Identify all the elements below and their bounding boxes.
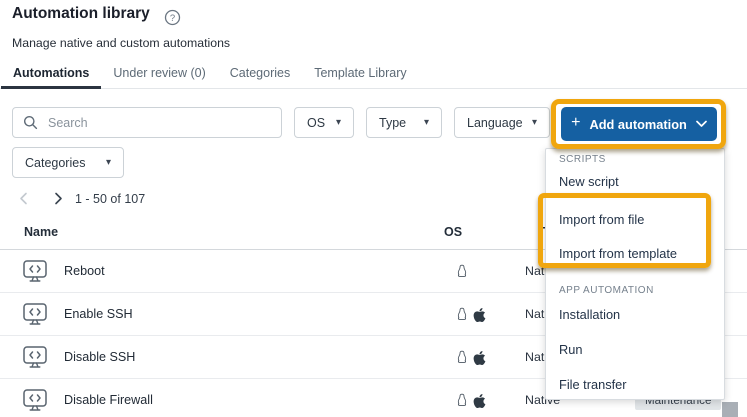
automation-name: Reboot bbox=[64, 264, 105, 278]
add-automation-label: Add automation bbox=[589, 116, 687, 132]
linux-icon bbox=[457, 350, 467, 363]
column-header-name[interactable]: Name bbox=[24, 225, 58, 239]
pagination-range: 1 - 50 of 107 bbox=[75, 192, 146, 206]
categories-filter-dropdown[interactable]: Categories ▾ bbox=[12, 147, 124, 178]
type-filter-label: Type bbox=[379, 115, 407, 130]
os-filter-dropdown[interactable]: OS ▾ bbox=[294, 107, 354, 138]
automation-name: Disable SSH bbox=[64, 350, 136, 364]
column-header-os[interactable]: OS bbox=[444, 225, 462, 239]
automation-name: Enable SSH bbox=[64, 307, 133, 321]
linux-icon bbox=[457, 264, 467, 277]
menu-item-import-from-template[interactable]: Import from template bbox=[559, 246, 718, 261]
tab-template-library[interactable]: Template Library bbox=[302, 60, 418, 89]
menu-section-app-automation: APP AUTOMATION bbox=[559, 285, 654, 296]
search-icon bbox=[24, 116, 38, 130]
chevron-down-icon: ▾ bbox=[423, 117, 429, 128]
os-icons bbox=[455, 392, 486, 409]
os-icons bbox=[455, 263, 469, 280]
script-monitor-icon bbox=[22, 302, 48, 332]
tab-categories[interactable]: Categories bbox=[218, 60, 302, 89]
language-filter-label: Language bbox=[467, 115, 523, 130]
menu-item-run[interactable]: Run bbox=[559, 342, 718, 357]
next-page-icon[interactable] bbox=[51, 191, 67, 207]
chevron-down-icon bbox=[696, 120, 707, 127]
os-filter-label: OS bbox=[307, 115, 326, 130]
add-automation-button[interactable]: + Add automation bbox=[561, 107, 717, 141]
os-icons bbox=[455, 349, 486, 366]
scrollbar-thumb-fragment[interactable] bbox=[722, 402, 738, 417]
search-box bbox=[12, 107, 282, 138]
linux-icon bbox=[457, 393, 467, 406]
search-input[interactable] bbox=[46, 114, 281, 131]
menu-item-new-script[interactable]: New script bbox=[559, 174, 718, 189]
apple-icon bbox=[473, 307, 486, 322]
menu-item-file-transfer[interactable]: File transfer bbox=[559, 377, 718, 392]
script-monitor-icon bbox=[22, 388, 48, 417]
script-monitor-icon bbox=[22, 259, 48, 289]
tab-bar: Automations Under review (0) Categories … bbox=[0, 60, 747, 89]
chevron-down-icon: ▾ bbox=[335, 117, 341, 128]
language-filter-dropdown[interactable]: Language ▾ bbox=[454, 107, 550, 138]
os-icons bbox=[455, 306, 486, 323]
svg-text:?: ? bbox=[170, 13, 175, 24]
previous-page-icon[interactable] bbox=[17, 191, 33, 207]
chevron-down-icon: ▾ bbox=[531, 117, 537, 128]
menu-section-scripts: SCRIPTS bbox=[559, 154, 606, 165]
script-monitor-icon bbox=[22, 345, 48, 375]
apple-icon bbox=[473, 393, 486, 408]
help-icon[interactable]: ? bbox=[164, 9, 181, 26]
page-title: Automation library bbox=[12, 5, 150, 22]
add-automation-menu: SCRIPTS New script Import from file Impo… bbox=[545, 148, 725, 400]
apple-icon bbox=[473, 350, 486, 365]
categories-filter-label: Categories bbox=[25, 155, 86, 170]
page-subtitle: Manage native and custom automations bbox=[12, 36, 231, 50]
tab-automations[interactable]: Automations bbox=[1, 60, 102, 89]
automation-library-page: Automation library ? Manage native and c… bbox=[0, 0, 747, 417]
automation-name: Disable Firewall bbox=[64, 393, 153, 407]
chevron-down-icon: ▾ bbox=[105, 157, 111, 168]
menu-item-installation[interactable]: Installation bbox=[559, 307, 718, 322]
type-filter-dropdown[interactable]: Type ▾ bbox=[366, 107, 442, 138]
tab-under-review[interactable]: Under review (0) bbox=[101, 60, 217, 89]
menu-item-import-from-file[interactable]: Import from file bbox=[559, 212, 718, 227]
plus-icon: + bbox=[571, 114, 581, 131]
linux-icon bbox=[457, 307, 467, 320]
